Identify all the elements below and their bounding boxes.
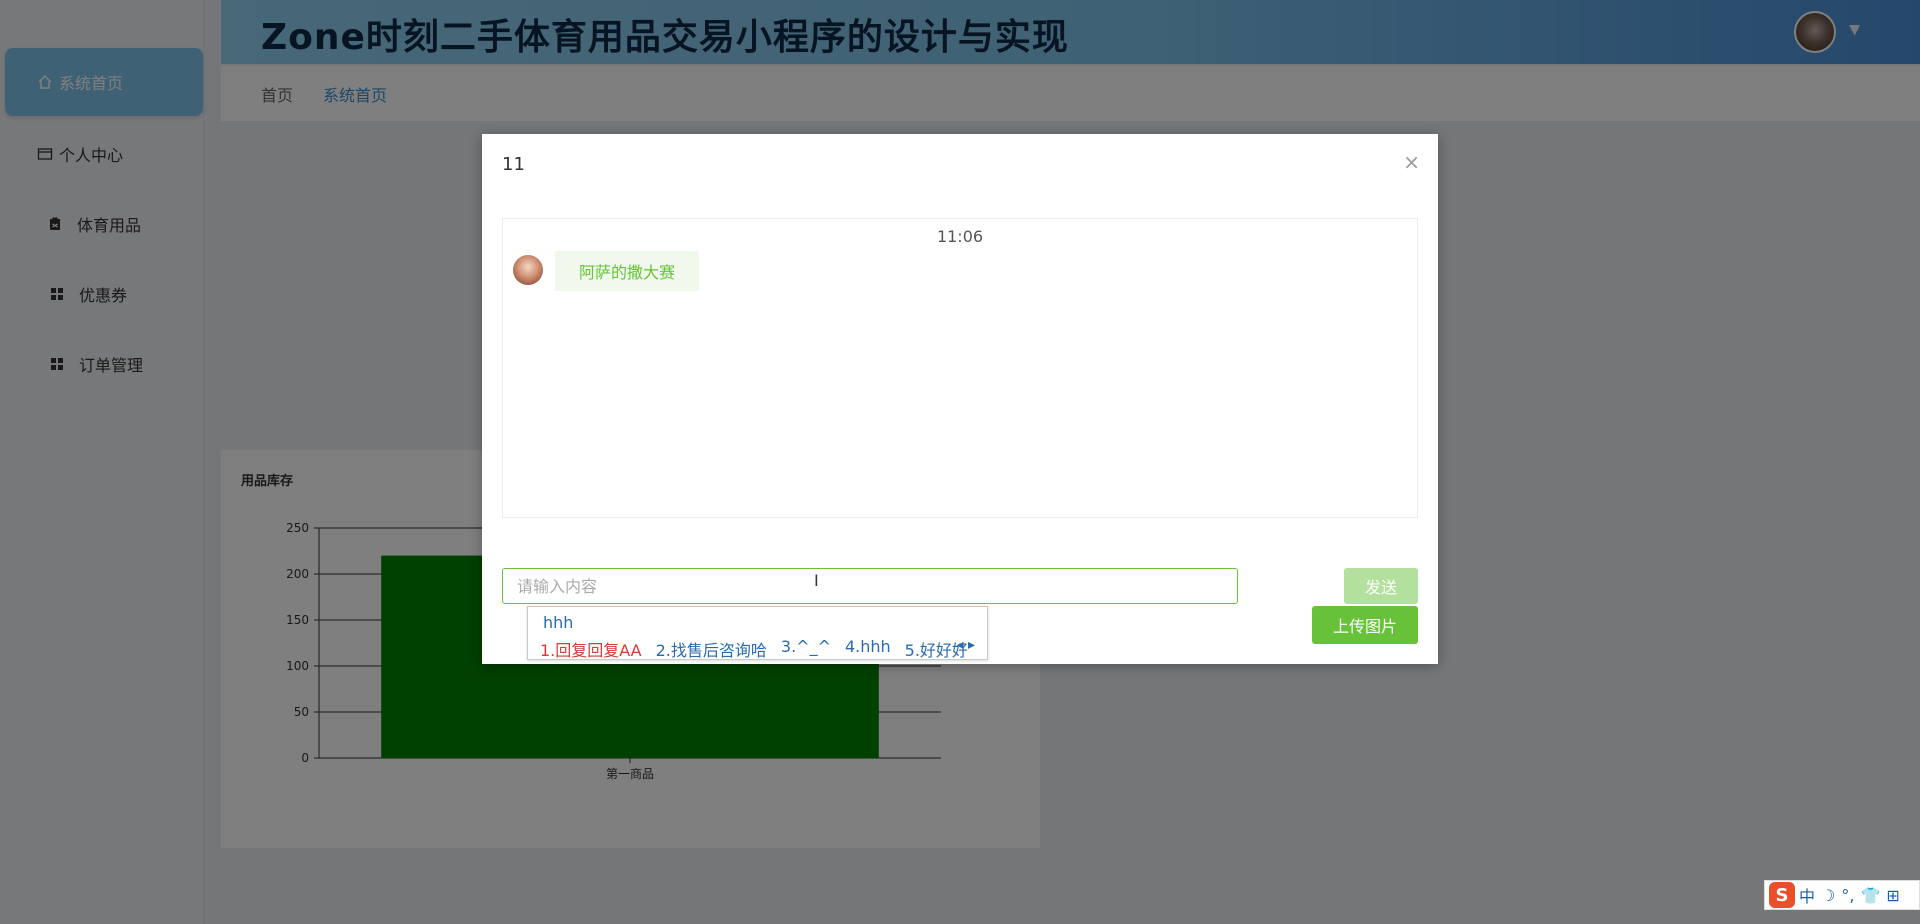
ime-status-bar: S 中 ☽ °, 👕 ⊞ bbox=[1764, 880, 1920, 910]
sender-avatar bbox=[513, 255, 543, 285]
ime-page-arrows-icon[interactable]: ◂ ▸ bbox=[956, 637, 975, 653]
upload-image-button[interactable]: 上传图片 bbox=[1312, 606, 1418, 644]
message-input[interactable] bbox=[502, 568, 1238, 604]
ime-candidate-popup: hhh 1.回复回复AA 2.找售后咨询哈 3.^_^ 4.hhh 5.好好好 … bbox=[527, 606, 988, 660]
skin-icon[interactable]: 👕 bbox=[1860, 886, 1880, 905]
ime-candidate[interactable]: 3.^_^ bbox=[781, 637, 831, 661]
sogou-logo-icon[interactable]: S bbox=[1769, 882, 1795, 908]
ime-candidate[interactable]: 1.回复回复AA bbox=[540, 637, 642, 661]
ime-candidate[interactable]: 4.hhh bbox=[845, 637, 891, 661]
text-cursor-icon: I bbox=[814, 571, 819, 590]
chat-dialog: 11 × 11:06 阿萨的撒大赛 发送 上传图片 bbox=[482, 134, 1438, 664]
ime-candidates: 1.回复回复AA 2.找售后咨询哈 3.^_^ 4.hhh 5.好好好 bbox=[540, 637, 982, 661]
ime-candidate[interactable]: 2.找售后咨询哈 bbox=[656, 637, 767, 661]
chat-timestamp: 11:06 bbox=[936, 227, 984, 246]
dialog-title: 11 bbox=[502, 154, 525, 175]
chat-message-area[interactable]: 11:06 阿萨的撒大赛 bbox=[502, 218, 1418, 518]
chat-message-bubble: 阿萨的撒大赛 bbox=[555, 251, 700, 291]
send-button[interactable]: 发送 bbox=[1344, 568, 1418, 604]
moon-icon[interactable]: ☽ bbox=[1821, 886, 1835, 905]
toolbox-icon[interactable]: ⊞ bbox=[1886, 886, 1899, 905]
punctuation-icon[interactable]: °, bbox=[1841, 886, 1854, 905]
ime-composition: hhh bbox=[543, 613, 574, 632]
close-icon[interactable]: × bbox=[1403, 150, 1420, 174]
ime-mode-toggle[interactable]: 中 bbox=[1799, 883, 1815, 907]
